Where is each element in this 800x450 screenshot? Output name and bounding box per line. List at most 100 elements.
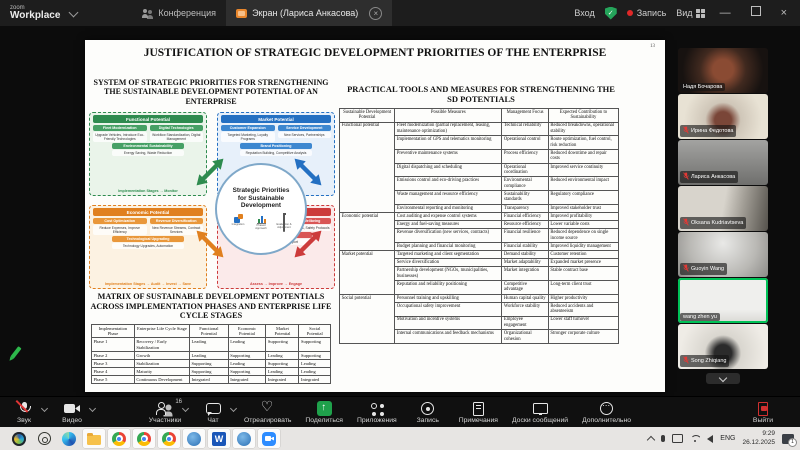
participant-tile[interactable]: Song Zhiqiang: [678, 324, 768, 369]
grid-view-icon: [696, 9, 705, 18]
tab-screen-share[interactable]: Экран (Лариса Анкасова) ×: [226, 0, 392, 26]
taskbar-folder-icon[interactable]: [83, 429, 105, 448]
mic-muted-icon: [683, 172, 689, 182]
chevron-up-icon[interactable]: [89, 405, 96, 412]
table-row: Functional potentialFleet modernization …: [340, 122, 619, 136]
taskbar-whatsapp-icon[interactable]: [33, 429, 55, 448]
toolbar-chat-button[interactable]: Чат: [196, 401, 230, 424]
tab-close-icon[interactable]: ×: [369, 7, 382, 20]
shared-presentation-slide: 13 JUSTIFICATION OF STRATEGIC DEVELOPMEN…: [85, 40, 665, 392]
center-circle-title: Strategic Priorities for Sustainable Dev…: [229, 187, 293, 210]
tray-mic-icon[interactable]: [661, 435, 665, 442]
table-cell: Integrated: [190, 375, 229, 383]
speaker-icon[interactable]: [707, 435, 713, 443]
table-cell: Stable contract base: [548, 267, 618, 281]
table-cell: Employee engagement: [502, 316, 548, 330]
toolbar-apps-button[interactable]: Приложения: [357, 401, 397, 424]
taskbar-chrome-2-icon[interactable]: [133, 429, 155, 448]
participant-tile[interactable]: Guoyin Wang: [678, 232, 768, 277]
clock[interactable]: 9:29 26.12.2025: [742, 430, 775, 446]
toolbar-notes-button[interactable]: Примечания: [459, 401, 498, 424]
toolbar-video-button[interactable]: Видео: [55, 401, 89, 424]
participant-tile[interactable]: wang zhen yu: [678, 278, 768, 323]
chevron-up-icon[interactable]: [182, 405, 189, 412]
people-icon: [142, 9, 153, 18]
diagram-quadrant-economic: Economic PotentialCost OptimizationReduc…: [89, 205, 207, 289]
quadrant-item-body: New Services, Partnerships: [278, 132, 332, 138]
table-cell: Leading: [190, 338, 229, 351]
chevron-up-icon[interactable]: [41, 405, 48, 412]
notifications-icon[interactable]: 1: [782, 434, 794, 444]
table-cell: Competitive advantage: [502, 281, 548, 295]
table-cell: Environmental compliance: [502, 177, 548, 191]
table-cell: Leading: [266, 351, 299, 359]
participant-tile[interactable]: Лариса Анкасова: [678, 140, 768, 185]
sidebar-more-button[interactable]: [706, 373, 740, 384]
chevron-up-icon[interactable]: [230, 405, 237, 412]
participant-name: wang zhen yu: [683, 314, 717, 320]
table-cell: Operational control: [502, 136, 548, 150]
participant-tile[interactable]: Oksana Kudriavtseva: [678, 186, 768, 231]
chevron-down-icon[interactable]: [69, 7, 79, 17]
table-cell: Improved liquidity management: [548, 242, 618, 250]
participant-name-pill: wang zhen yu: [680, 313, 720, 321]
table-cell: Service diversification: [395, 259, 502, 267]
table-cell: Stabilization: [134, 359, 189, 367]
minimize-button[interactable]: —: [715, 0, 736, 26]
taskbar-start-icon[interactable]: [8, 429, 30, 448]
mic-muted-icon: [683, 356, 689, 366]
table-cell: Expanded market presence: [548, 259, 618, 267]
participants-count-badge: 16: [175, 399, 182, 405]
table-cell: Waste management and resource efficiency: [395, 191, 502, 205]
taskbar-chrome-1-icon[interactable]: [108, 429, 130, 448]
participant-tile[interactable]: Ирина Федотова: [678, 94, 768, 139]
chat-icon: [204, 402, 222, 416]
toolbar-label: Поделиться: [305, 417, 343, 424]
meeting-toolbar: Звук Видео 16Участники Чат Отреагировать Поде…: [0, 396, 800, 428]
table-cell: Leading: [228, 359, 266, 367]
participant-name: Oksana Kudriavtseva: [691, 220, 743, 226]
table-cell: Resource efficiency: [502, 221, 548, 229]
toolbar-whiteboards-button[interactable]: Доски сообщений: [512, 401, 568, 424]
tray-device-icon[interactable]: [672, 434, 683, 443]
toolbar-label: Доски сообщений: [512, 417, 568, 424]
toolbar-audio-button[interactable]: Звук: [7, 401, 41, 424]
taskbar-word-icon[interactable]: W: [208, 429, 230, 448]
wifi-icon[interactable]: [690, 435, 700, 443]
table-cell: Operational coordination: [502, 163, 548, 177]
taskbar-zoom-icon[interactable]: [258, 429, 280, 448]
table-cell: Reduced downtime and repair costs: [548, 150, 618, 164]
table-cell: Functional potential: [340, 122, 395, 212]
quadrant-item-body: Energy Saving, Waste Reduction: [112, 150, 184, 156]
table-cell: Supporting: [266, 338, 299, 351]
toolbar-more-button[interactable]: Дополнительно: [582, 401, 631, 424]
view-button[interactable]: Вид: [676, 8, 704, 18]
tray-expand-icon[interactable]: [647, 435, 655, 443]
toolbar-record-button[interactable]: Запись: [411, 401, 445, 424]
taskbar-chrome-3-icon[interactable]: [158, 429, 180, 448]
participant-tile[interactable]: Надя Бочарова: [678, 48, 768, 93]
toolbar-share-button[interactable]: Поделиться: [305, 401, 343, 424]
toolbar-react-button[interactable]: Отреагировать: [244, 401, 291, 424]
taskbar-blue-icon[interactable]: [183, 429, 205, 448]
table-row: Social potentialPersonnel training and u…: [340, 294, 619, 302]
quadrant-item-head: Revenue Diversification: [150, 218, 204, 224]
toolbar-leave-button[interactable]: Выйти: [746, 401, 780, 424]
annotation-pencil-icon[interactable]: [10, 346, 21, 359]
close-button[interactable]: ×: [776, 0, 792, 26]
participant-name-pill: Ирина Федотова: [680, 125, 736, 137]
strategic-priorities-diagram: Strategic Priorities for Sustainable Dev…: [89, 112, 335, 288]
maximize-button[interactable]: [746, 0, 766, 26]
quadrant-item-head: Fleet Modernization: [93, 125, 147, 131]
table-cell: Supporting: [228, 367, 266, 375]
participant-name-pill: Oksana Kudriavtseva: [680, 217, 746, 229]
table-cell: Integrated: [266, 375, 299, 383]
language-indicator[interactable]: ENG: [720, 435, 735, 442]
toolbar-participants-button[interactable]: 16Участники: [148, 401, 182, 424]
evaluation-icon: [283, 213, 285, 232]
tab-conference[interactable]: Конференция: [132, 0, 226, 26]
table-cell: Customer retention: [548, 251, 618, 259]
sign-in-button[interactable]: Вход: [574, 8, 594, 18]
taskbar-blue-2-icon[interactable]: [233, 429, 255, 448]
taskbar-edge-icon[interactable]: [58, 429, 80, 448]
